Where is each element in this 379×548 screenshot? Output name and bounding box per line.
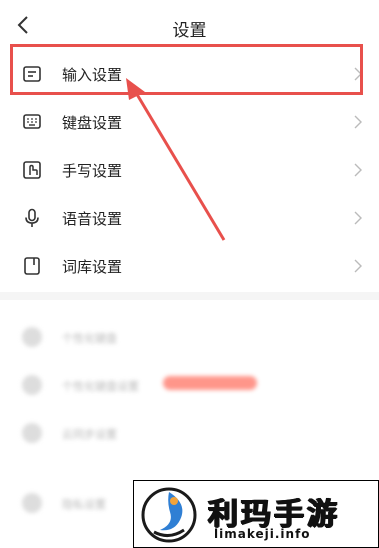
top-bar: 设置 <box>0 0 379 50</box>
settings-item-label: 键盘设置 <box>62 114 123 132</box>
blurred-label: 个性化键盘设置 <box>62 380 139 393</box>
keyboard-icon <box>23 114 41 129</box>
watermark-logo-icon <box>141 487 197 543</box>
blurred-icon <box>22 327 42 347</box>
chevron-right-icon <box>354 115 362 129</box>
highlight-box <box>10 44 363 95</box>
microphone-icon <box>25 208 39 227</box>
settings-item-dictionary[interactable]: 词库设置 <box>0 242 379 290</box>
blurred-settings-row[interactable]: 个性化键盘 <box>0 318 379 358</box>
blurred-label: 云同步设置 <box>62 428 117 441</box>
chevron-right-icon <box>354 163 362 177</box>
watermark: 利玛手游 limakeji.info <box>133 480 379 548</box>
settings-item-handwriting[interactable]: 手写设置 <box>0 146 379 194</box>
blurred-label: 隐私设置 <box>62 498 106 511</box>
section-divider <box>0 292 379 300</box>
page-title: 设置 <box>172 21 207 41</box>
chevron-right-icon <box>354 259 362 273</box>
blurred-label: 个性化键盘 <box>62 332 117 345</box>
handwriting-icon <box>23 161 41 179</box>
watermark-url: limakeji.info <box>214 527 311 541</box>
dictionary-icon <box>24 257 40 275</box>
settings-item-keyboard[interactable]: 键盘设置 <box>0 98 379 146</box>
blurred-settings-row[interactable]: 云同步设置 <box>0 414 379 454</box>
blurred-icon <box>22 493 42 513</box>
promo-badge <box>163 376 257 390</box>
settings-item-label: 手写设置 <box>62 162 123 180</box>
blurred-icon <box>22 375 42 395</box>
settings-item-label: 词库设置 <box>62 258 123 276</box>
settings-item-label: 语音设置 <box>62 210 123 228</box>
blurred-icon <box>22 423 42 443</box>
blurred-settings-row[interactable]: 个性化键盘设置 <box>0 366 379 406</box>
settings-item-voice[interactable]: 语音设置 <box>0 194 379 242</box>
chevron-right-icon <box>354 211 362 225</box>
